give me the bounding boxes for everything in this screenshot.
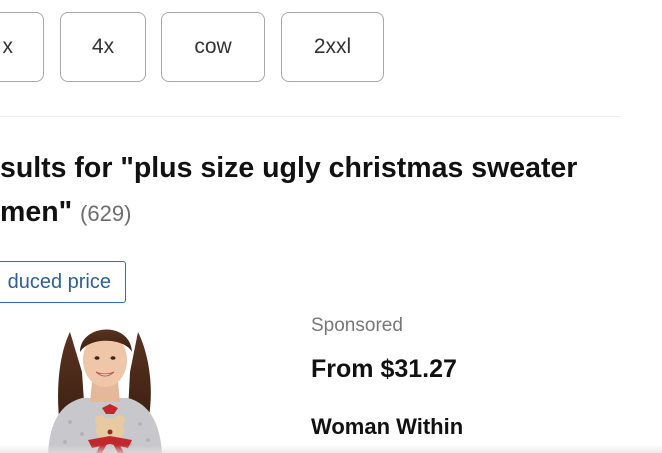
results-count: (629) [80,201,132,226]
sponsored-label: Sponsored [311,315,403,336]
filter-chip-label: 4x [91,35,115,58]
bottom-shadow [0,445,662,453]
reduced-price-filter-button[interactable]: duced price [0,261,126,303]
product-price: From $31.27 [311,355,457,383]
filter-chip-4x[interactable]: 4x [60,12,146,82]
results-heading: sults for "plus size ugly christmas swea… [0,146,640,236]
filter-chip-label: cow [194,35,232,58]
section-divider [0,116,620,117]
search-results-page: x 4x cow 2xxl sults for "plus size ugly … [0,0,662,453]
filter-chip-label: 2xxl [313,35,352,58]
results-heading-line2: men" [0,196,73,228]
product-brand[interactable]: Woman Within [311,414,463,440]
sweater-model-photo-icon [48,329,162,453]
product-image[interactable] [30,312,180,453]
filter-chip-cow[interactable]: cow [161,12,265,82]
reduced-price-filter-label: duced price [7,270,111,293]
results-heading-line2-wrap: men" (629) [0,190,640,236]
filter-chip-label: x [2,35,14,58]
filter-chip-2xxl[interactable]: 2xxl [281,12,384,82]
results-heading-line1: sults for "plus size ugly christmas swea… [0,152,578,184]
filter-chip-row: x 4x cow 2xxl [0,12,662,84]
filter-chip-x[interactable]: x [0,12,44,82]
